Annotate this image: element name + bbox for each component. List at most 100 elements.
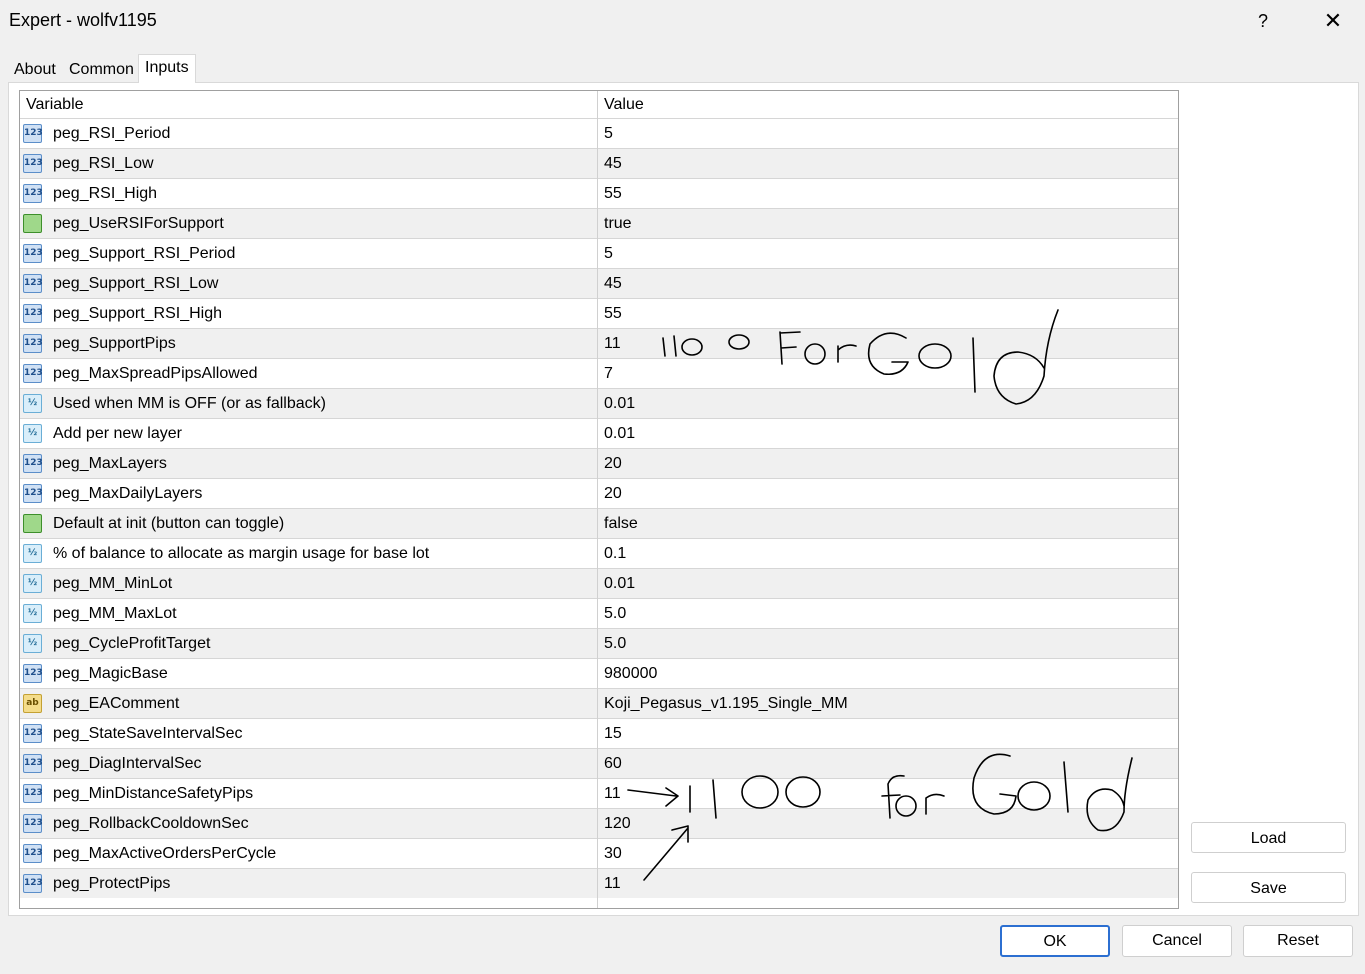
variable-value[interactable]: false: [604, 509, 638, 539]
variable-value[interactable]: 0.01: [604, 569, 635, 599]
tab-inputs[interactable]: Inputs: [138, 54, 196, 83]
variable-value[interactable]: 5.0: [604, 599, 626, 629]
close-button[interactable]: ✕: [1318, 6, 1348, 36]
variable-value[interactable]: 45: [604, 149, 622, 179]
input-row[interactable]: ½ peg_CycleProfitTarget 5.0: [20, 628, 1178, 658]
input-row[interactable]: 123 peg_MinDistanceSafetyPips 11: [20, 778, 1178, 808]
input-row[interactable]: ½ peg_MM_MaxLot 5.0: [20, 598, 1178, 628]
variable-value[interactable]: 0.1: [604, 539, 626, 569]
input-row[interactable]: 123 peg_Support_RSI_High 55: [20, 298, 1178, 328]
tab-common[interactable]: Common: [63, 57, 140, 82]
variable-name: peg_MM_MinLot: [53, 575, 173, 592]
input-row[interactable]: ½ peg_MM_MinLot 0.01: [20, 568, 1178, 598]
variable-value[interactable]: 120: [604, 809, 631, 839]
input-row[interactable]: 123 peg_MaxLayers 20: [20, 448, 1178, 478]
input-row[interactable]: ½ Used when MM is OFF (or as fallback) 0.0…: [20, 388, 1178, 418]
variable-name: peg_RSI_Period: [53, 125, 171, 142]
variable-value[interactable]: 7: [604, 359, 613, 389]
variable-name: peg_MM_MaxLot: [53, 605, 177, 622]
input-row[interactable]: 123 peg_Support_RSI_Low 45: [20, 268, 1178, 298]
variable-name: peg_Support_RSI_Period: [53, 245, 236, 262]
variable-value[interactable]: 11: [604, 779, 621, 809]
input-row[interactable]: 123 peg_RSI_Period 5: [20, 118, 1178, 148]
int-icon: 123: [23, 364, 43, 383]
int-icon: 123: [23, 874, 43, 893]
variable-name: peg_Support_RSI_High: [53, 305, 223, 322]
variable-value[interactable]: 60: [604, 749, 622, 779]
column-header-value[interactable]: Value: [604, 91, 644, 118]
variable-value[interactable]: 5: [604, 239, 613, 269]
variable-value[interactable]: 55: [604, 179, 622, 209]
variable-value[interactable]: 45: [604, 269, 622, 299]
variable-value[interactable]: 55: [604, 299, 622, 329]
int-icon: 123: [23, 184, 43, 203]
variable-name: peg_RSI_High: [53, 185, 158, 202]
double-icon: ½: [23, 634, 42, 653]
variable-name: peg_Support_RSI_Low: [53, 275, 219, 292]
help-button[interactable]: ?: [1250, 8, 1276, 34]
input-row[interactable]: Default at init (button can toggle) false: [20, 508, 1178, 538]
input-row[interactable]: ab peg_EAComment Koji_Pegasus_v1.195_Singl…: [20, 688, 1178, 718]
variable-value[interactable]: 30: [604, 839, 622, 869]
save-button[interactable]: Save: [1191, 872, 1346, 903]
window-title: Expert - wolfv1195: [9, 10, 157, 30]
input-row[interactable]: 123 peg_MaxActiveOrdersPerCycle 30: [20, 838, 1178, 868]
variable-value[interactable]: 20: [604, 449, 622, 479]
int-icon: 123: [23, 724, 43, 743]
column-divider: [597, 91, 598, 908]
input-row[interactable]: 123 peg_DiagIntervalSec 60: [20, 748, 1178, 778]
variable-value[interactable]: 0.01: [604, 389, 635, 419]
input-row[interactable]: 123 peg_MaxSpreadPipsAllowed 7: [20, 358, 1178, 388]
input-row[interactable]: ½ % of balance to allocate as margin usag…: [20, 538, 1178, 568]
variable-name: peg_RSI_Low: [53, 155, 154, 172]
variable-value[interactable]: 11: [604, 329, 621, 359]
input-row[interactable]: peg_UseRSIForSupport true: [20, 208, 1178, 238]
variable-name: peg_DiagIntervalSec: [53, 755, 202, 772]
variable-value[interactable]: 980000: [604, 659, 657, 689]
input-row[interactable]: 123 peg_SupportPips 11: [20, 328, 1178, 358]
inputs-grid: Variable Value 123 peg_RSI_Period 5 123 peg_…: [19, 90, 1179, 909]
variable-name: peg_UseRSIForSupport: [53, 215, 224, 232]
variable-name: peg_MaxDailyLayers: [53, 485, 203, 502]
double-icon: ½: [23, 394, 42, 413]
int-icon: 123: [23, 274, 43, 293]
tab-about[interactable]: About: [8, 57, 62, 82]
variable-name: peg_MinDistanceSafetyPips: [53, 785, 254, 802]
variable-value[interactable]: 5.0: [604, 629, 626, 659]
variable-value[interactable]: 20: [604, 479, 622, 509]
variable-value[interactable]: 11: [604, 869, 621, 899]
variable-value[interactable]: Koji_Pegasus_v1.195_Single_MM: [604, 689, 848, 719]
int-icon: 123: [23, 664, 43, 683]
input-row[interactable]: 123 peg_MaxDailyLayers 20: [20, 478, 1178, 508]
variable-name: peg_ProtectPips: [53, 875, 171, 892]
input-row[interactable]: 123 peg_MagicBase 980000: [20, 658, 1178, 688]
variable-value[interactable]: 5: [604, 119, 613, 149]
variable-name: Used when MM is OFF (or as fallback): [53, 395, 326, 412]
ok-button[interactable]: OK: [1000, 925, 1110, 957]
input-row[interactable]: 123 peg_RollbackCooldownSec 120: [20, 808, 1178, 838]
grid-header: Variable Value: [20, 91, 1178, 118]
variable-value[interactable]: 15: [604, 719, 622, 749]
input-row[interactable]: 123 peg_ProtectPips 11: [20, 868, 1178, 898]
int-icon: 123: [23, 154, 43, 173]
variable-name: peg_CycleProfitTarget: [53, 635, 211, 652]
input-row[interactable]: 123 peg_RSI_High 55: [20, 178, 1178, 208]
input-row[interactable]: 123 peg_RSI_Low 45: [20, 148, 1178, 178]
variable-name: Default at init (button can toggle): [53, 515, 285, 532]
int-icon: 123: [23, 754, 43, 773]
input-row[interactable]: 123 peg_Support_RSI_Period 5: [20, 238, 1178, 268]
variable-name: peg_StateSaveIntervalSec: [53, 725, 243, 742]
variable-name: peg_MaxSpreadPipsAllowed: [53, 365, 258, 382]
variable-name: peg_RollbackCooldownSec: [53, 815, 249, 832]
variable-value[interactable]: true: [604, 209, 632, 239]
input-row[interactable]: ½ Add per new layer 0.01: [20, 418, 1178, 448]
variable-name: peg_MaxLayers: [53, 455, 167, 472]
cancel-button[interactable]: Cancel: [1122, 925, 1232, 957]
reset-button[interactable]: Reset: [1243, 925, 1353, 957]
load-button[interactable]: Load: [1191, 822, 1346, 853]
variable-name: peg_EAComment: [53, 695, 180, 712]
int-icon: 123: [23, 304, 43, 323]
variable-value[interactable]: 0.01: [604, 419, 635, 449]
column-header-variable[interactable]: Variable: [26, 91, 84, 118]
input-row[interactable]: 123 peg_StateSaveIntervalSec 15: [20, 718, 1178, 748]
